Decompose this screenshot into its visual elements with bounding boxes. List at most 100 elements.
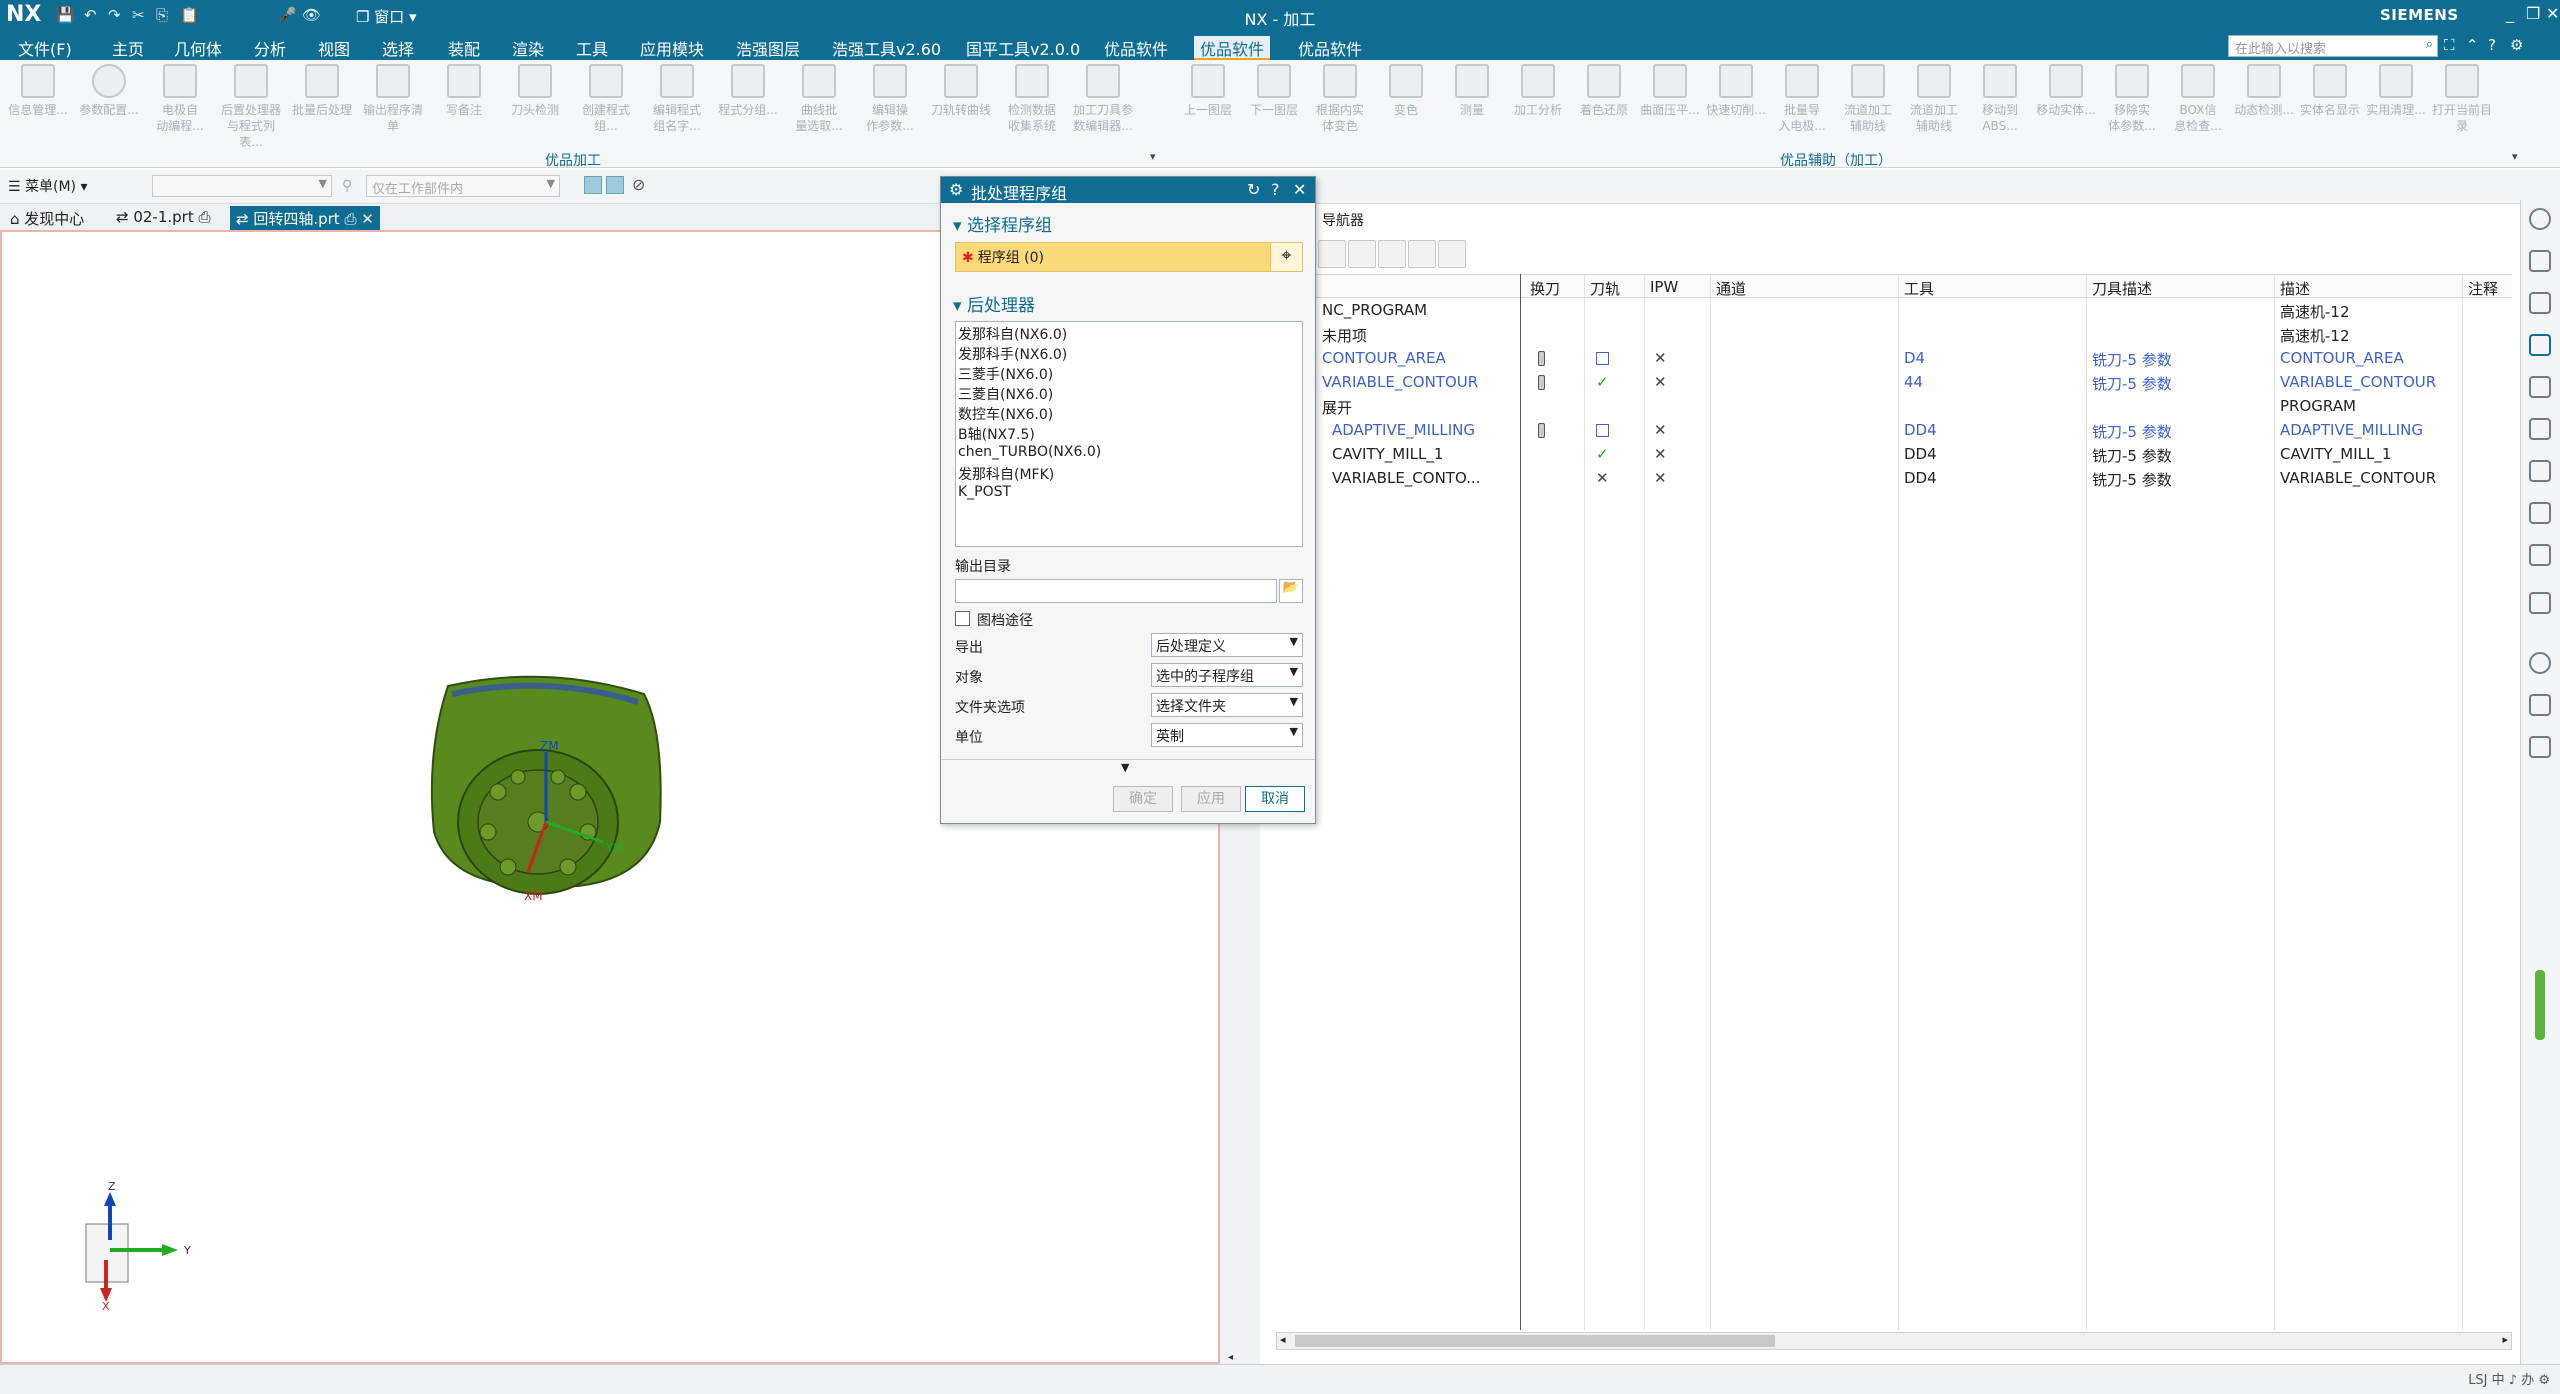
snap-icon-2[interactable] [606, 176, 624, 194]
col-comment[interactable]: 注释 [2468, 278, 2498, 299]
r2-button-17[interactable]: 实体名显示 [2298, 64, 2362, 118]
r2-button-8[interactable]: 快速切削... [1704, 64, 1768, 118]
list-item[interactable]: 三菱手(NX6.0) [958, 364, 1053, 384]
collapse-ribbon-icon[interactable]: ⌃ [2466, 36, 2479, 54]
table-row[interactable]: VARIABLE_CONTOUR ✓ ✕ 44 铣刀-5 参数 VARIABLE_CONT… [1270, 370, 2512, 394]
collapse-left-icon[interactable]: ◂ [1228, 1352, 1233, 1363]
menu-file[interactable]: 文件(F) [18, 36, 72, 60]
web-browser-icon[interactable] [2529, 544, 2551, 566]
r2-button-15[interactable]: BOX信 息检查... [2166, 64, 2230, 134]
resource-settings-icon[interactable] [2529, 208, 2551, 230]
table-row[interactable]: 展开 PROGRAM [1270, 394, 2512, 418]
r1-button-2[interactable]: 电极自 动编程... [148, 64, 212, 134]
filter-icon[interactable]: ⚲ [342, 178, 352, 194]
r2-button-2[interactable]: 根据内实 体变色 [1308, 64, 1372, 134]
list-item[interactable]: B轴(NX7.5) [958, 424, 1035, 444]
menu-youpin-1[interactable]: 优品软件 [1104, 36, 1168, 60]
machine-navigator-icon[interactable] [2529, 502, 2551, 524]
section-select-program-group[interactable]: ▾ 选择程序组 [953, 211, 1052, 236]
menu-haoqiang-tools[interactable]: 浩强工具v2.60 [832, 36, 941, 60]
col-toolpath[interactable]: 刀轨 [1590, 278, 1620, 299]
r2-button-14[interactable]: 移除实 体参数... [2100, 64, 2164, 134]
col-description[interactable]: 描述 [2280, 278, 2310, 299]
r1-button-9[interactable]: 编辑程式 组名字... [645, 64, 709, 134]
folder-option-dropdown[interactable]: 选择文件夹 ▼ [1151, 693, 1303, 717]
r1-button-15[interactable]: 加工刀具参 数编辑器... [1071, 64, 1135, 134]
nav-tool-program-order[interactable] [1318, 240, 1346, 268]
col-tool-change[interactable]: 换刀 [1530, 278, 1560, 299]
horizontal-scrollbar[interactable]: ◂ ▸ [1276, 1332, 2512, 1350]
tab-02-1-prt[interactable]: ⇄ 02-1.prt ⎙ [110, 206, 217, 230]
command-search-input[interactable]: 在此输入以搜索 ⌕ [2228, 35, 2438, 57]
r2-button-12[interactable]: 移动到ABS... [1968, 64, 2032, 134]
col-tool-desc[interactable]: 刀具描述 [2092, 278, 2152, 299]
menu-render[interactable]: 渲染 [512, 36, 544, 60]
r1-button-0[interactable]: 信息管理... [6, 64, 70, 118]
col-tool[interactable]: 工具 [1904, 278, 1934, 299]
ok-button[interactable]: 确定 [1113, 786, 1173, 812]
menu-youpin-3[interactable]: 优品软件 [1298, 36, 1362, 60]
help-icon[interactable]: ? [2488, 36, 2496, 54]
menu-geometry[interactable]: 几何体 [174, 36, 222, 60]
menu-view[interactable]: 视图 [318, 36, 350, 60]
list-item[interactable]: chen_TURBO(NX6.0) [958, 444, 1101, 460]
nav-tool-delete[interactable] [1438, 240, 1466, 268]
r2-button-3[interactable]: 变色 [1374, 64, 1438, 118]
r2-button-11[interactable]: 流道加工 辅助线 [1902, 64, 1966, 134]
menu-guoping-tools[interactable]: 国平工具v2.0.0 [966, 36, 1080, 60]
menu-analysis[interactable]: 分析 [254, 36, 286, 60]
menu-youpin-2[interactable]: 优品软件 [1194, 36, 1271, 60]
r2-button-18[interactable]: 实用清理... [2364, 64, 2428, 118]
settings-icon[interactable]: ⚙ [2510, 36, 2523, 54]
list-item[interactable]: 三菱自(NX6.0) [958, 384, 1053, 404]
r1-button-14[interactable]: 检测数据 收集系统 [1000, 64, 1064, 134]
r2-button-0[interactable]: 上一图层 [1176, 64, 1240, 118]
table-row[interactable]: ADAPTIVE_MILLING ✕ DD4 铣刀-5 参数 ADAPTIVE_MILL… [1270, 418, 2512, 442]
list-item[interactable]: 发那科自(MFK) [958, 464, 1054, 484]
r1-button-8[interactable]: 创建程式组... [574, 64, 638, 134]
tab-discovery-center[interactable]: ⌂ 发现中心 [4, 206, 90, 230]
history-icon[interactable] [2529, 652, 2551, 674]
apply-button[interactable]: 应用 [1181, 786, 1241, 812]
assembly-navigator-icon[interactable] [2529, 250, 2551, 272]
r1-button-1[interactable]: 参数配置... [77, 64, 141, 118]
tab-rotary-4axis-prt[interactable]: ⇄ 回转四轴.prt ⎙ ✕ [230, 206, 380, 230]
cancel-button[interactable]: 取消 [1245, 786, 1305, 812]
r2-button-1[interactable]: 下一图层 [1242, 64, 1306, 118]
r2-button-19[interactable]: 打开当前目录 [2430, 64, 2494, 134]
r1-button-3[interactable]: 后置处理器 与程式列表... [219, 64, 283, 150]
output-dir-input[interactable] [955, 579, 1277, 603]
postprocessor-list[interactable]: 发那科自(NX6.0) 发那科手(NX6.0) 三菱手(NX6.0) 三菱自(N… [955, 321, 1303, 547]
minimize-button[interactable]: _ [2506, 4, 2514, 23]
roles-icon[interactable] [2529, 736, 2551, 758]
r2-button-10[interactable]: 流道加工 辅助线 [1836, 64, 1900, 134]
col-channel[interactable]: 通道 [1716, 278, 1746, 299]
r2-button-13[interactable]: 移动实体... [2034, 64, 2098, 118]
program-group-selector[interactable]: ✱ 程序组 (0) ⌖ [955, 242, 1303, 272]
r2-button-6[interactable]: 着色还原 [1572, 64, 1636, 118]
r2-button-4[interactable]: 测量 [1440, 64, 1504, 118]
menu-haoqiang-layers[interactable]: 浩强图层 [736, 36, 800, 60]
list-item[interactable]: 发那科自(NX6.0) [958, 324, 1067, 344]
archive-path-checkbox[interactable] [955, 611, 970, 626]
list-item[interactable]: K_POST [958, 484, 1011, 500]
scroll-thumb[interactable] [1295, 1335, 1775, 1347]
ribbon-more-icon[interactable]: ▾ [1150, 150, 1156, 163]
menu-select[interactable]: 选择 [382, 36, 414, 60]
r2-button-9[interactable]: 批量导 入电极... [1770, 64, 1834, 134]
r1-button-11[interactable]: 曲线批 量选取... [787, 64, 851, 134]
section-postprocessor[interactable]: ▾ 后处理器 [953, 291, 1035, 316]
r1-button-7[interactable]: 刀头检测 [503, 64, 567, 118]
r1-button-10[interactable]: 程式分组... [716, 64, 780, 118]
folder-browse-icon[interactable]: 📂 [1279, 579, 1303, 603]
nav-tool-method-view[interactable] [1408, 240, 1436, 268]
col-ipw[interactable]: IPW [1650, 278, 1678, 296]
menu-applications[interactable]: 应用模块 [640, 36, 704, 60]
unit-dropdown[interactable]: 英制 ▼ [1151, 723, 1303, 747]
part-navigator-icon[interactable] [2529, 334, 2551, 356]
restore-button[interactable]: ❐ [2526, 4, 2540, 23]
list-item[interactable]: 数控车(NX6.0) [958, 404, 1053, 424]
export-dropdown[interactable]: 后处理定义 ▼ [1151, 633, 1303, 657]
reuse-library-icon[interactable] [2529, 376, 2551, 398]
table-row[interactable]: NC_PROGRAM 高速机-12 [1270, 298, 2512, 322]
